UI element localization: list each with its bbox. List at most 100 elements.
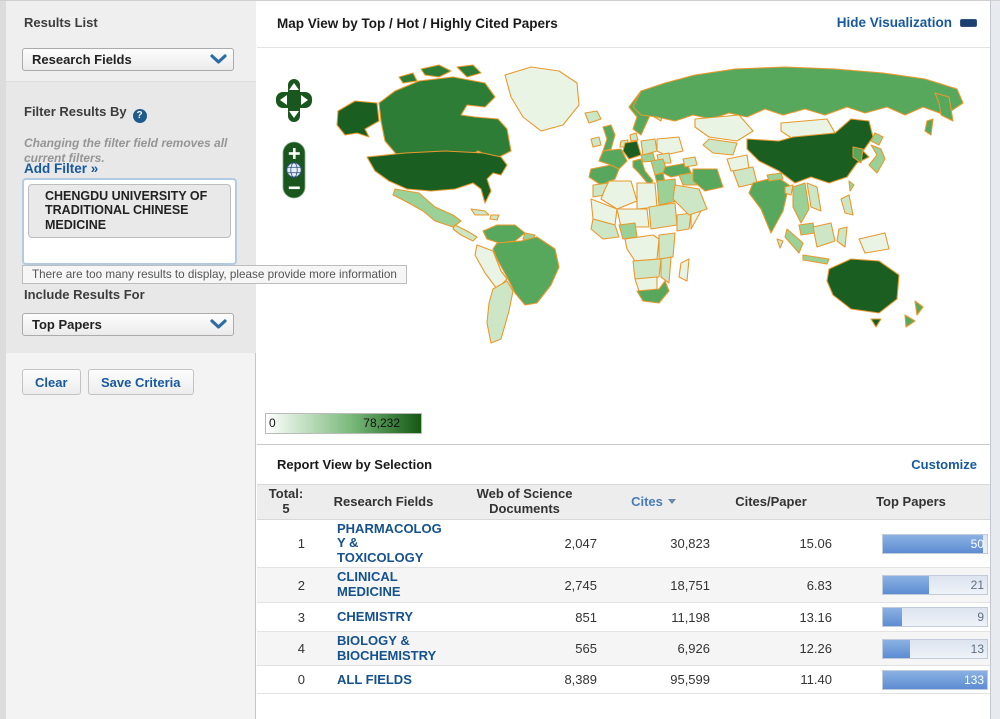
help-icon[interactable]: ? [133,109,147,123]
col-research-fields: Research Fields [315,485,452,520]
table-row: 2 CLINICAL MEDICINE 2,745 18,751 6.83 21 [257,568,990,603]
country-japan [869,145,885,173]
country-canada [379,77,511,159]
cites-per-paper-value: 6.83 [710,568,832,603]
field-link[interactable]: CHEMISTRY [337,610,445,625]
map-area: 0 78,232 [257,48,990,448]
cites-per-paper-value: 13.16 [710,603,832,632]
collapse-minus-icon[interactable] [960,19,977,27]
cites-value: 6,926 [597,632,710,666]
col-cites-per-paper: Cites/Paper [710,485,832,520]
wos-documents-value: 8,389 [452,666,597,694]
row-rank: 4 [257,632,315,666]
country-madagascar [679,259,689,281]
country-saudi-arabia [673,185,707,215]
legend-max: 78,232 [363,416,400,430]
top-papers-bar: 133 [882,670,988,690]
field-link[interactable]: BIOLOGY & BIOCHEMISTRY [337,634,445,663]
wos-documents-value: 2,745 [452,568,597,603]
country-australia [827,259,899,313]
filter-value-panel[interactable]: CHENGDU UNIVERSITY OF TRADITIONAL CHINES… [22,178,237,265]
field-link[interactable]: PHARMACOLOGY & TOXICOLOGY [337,522,445,566]
page: Results List Research Fields Filter Resu… [0,0,1000,718]
scrollbar-gutter[interactable] [990,1,1000,719]
filter-section: Filter Results By? Changing the filter f… [6,81,256,353]
country-india [749,177,789,233]
top-papers-value: 13 [971,640,984,658]
country-kazakhstan [695,115,753,141]
add-filter-link[interactable]: Add Filter » [24,161,98,176]
row-rank: 1 [257,520,315,568]
row-rank: 2 [257,568,315,603]
cites-per-paper-value: 12.26 [710,632,832,666]
country-iceland [585,111,601,123]
row-rank: 3 [257,603,315,632]
results-list-value: Research Fields [32,52,132,67]
filter-chip[interactable]: CHENGDU UNIVERSITY OF TRADITIONAL CHINES… [28,184,231,238]
chevron-down-icon [210,319,227,330]
top-papers-bar: 9 [882,607,988,627]
include-results-value: Top Papers [32,317,102,332]
country-greenland [505,67,579,131]
map-legend: 0 78,232 [265,413,422,434]
report-title: Report View by Selection [277,457,432,472]
sort-desc-icon [668,499,676,504]
table-row: 1 PHARMACOLOGY & TOXICOLOGY 2,047 30,823… [257,520,990,568]
table-row: 4 BIOLOGY & BIOCHEMISTRY 565 6,926 12.26… [257,632,990,666]
zoom-out-icon [289,187,300,190]
save-criteria-button[interactable]: Save Criteria [88,369,194,395]
map-header: Map View by Top / Hot / Highly Cited Pap… [257,1,990,48]
top-papers-value: 21 [971,576,984,594]
top-papers-bar: 21 [882,575,988,595]
table-header-row: Total:5 Research Fields Web of Science D… [257,485,990,520]
wos-documents-value: 565 [452,632,597,666]
results-tooltip: There are too many results to display, p… [22,265,407,284]
cites-value: 18,751 [597,568,710,603]
results-list-section: Results List Research Fields [6,1,256,81]
top-papers-bar: 50 [882,534,988,554]
hide-visualization-link[interactable]: Hide Visualization [837,15,977,30]
cites-value: 30,823 [597,520,710,568]
map-title: Map View by Top / Hot / Highly Cited Pap… [277,16,558,31]
results-list-dropdown[interactable]: Research Fields [22,48,234,71]
top-papers-value: 133 [964,671,984,689]
country-mexico [393,189,461,227]
field-link[interactable]: ALL FIELDS [337,673,445,688]
include-results-label: Include Results For [24,287,145,302]
country-new-zealand [915,301,923,315]
results-list-label: Results List [24,15,98,30]
country-alaska [337,101,379,137]
country-germany [623,141,641,159]
table-row: 3 CHEMISTRY 851 11,198 13.16 9 [257,603,990,632]
col-cites-sort[interactable]: Cites [597,485,710,520]
clear-button[interactable]: Clear [22,369,81,395]
include-results-dropdown[interactable]: Top Papers [22,313,234,336]
cites-per-paper-value: 15.06 [710,520,832,568]
customize-link[interactable]: Customize [911,457,977,472]
row-rank: 0 [257,666,315,694]
country-uk [603,125,615,151]
wos-documents-value: 2,047 [452,520,597,568]
country-italy [633,159,653,185]
country-russia [633,67,963,121]
main-panel: Map View by Top / Hot / Highly Cited Pap… [257,1,990,719]
report-table: Total:5 Research Fields Web of Science D… [257,484,990,694]
col-total: Total:5 [257,485,315,520]
country-argentina [487,281,513,343]
col-wos-documents: Web of Science Documents [452,485,597,520]
table-row: 0 ALL FIELDS 8,389 95,599 11.40 133 [257,666,990,694]
top-papers-bar: 13 [882,639,988,659]
cites-per-paper-value: 11.40 [710,666,832,694]
world-map[interactable] [335,63,990,348]
cites-value: 11,198 [597,603,710,632]
col-top-papers: Top Papers [832,485,990,520]
map-pan-control[interactable] [276,79,312,123]
cites-value: 95,599 [597,666,710,694]
field-link[interactable]: CLINICAL MEDICINE [337,570,445,599]
top-papers-value: 50 [971,535,984,553]
top-papers-value: 9 [977,608,984,626]
wos-documents-value: 851 [452,603,597,632]
chevron-down-icon [210,54,227,65]
report-section: Report View by Selection Customize Total… [257,444,990,694]
map-zoom-control[interactable] [282,141,306,199]
